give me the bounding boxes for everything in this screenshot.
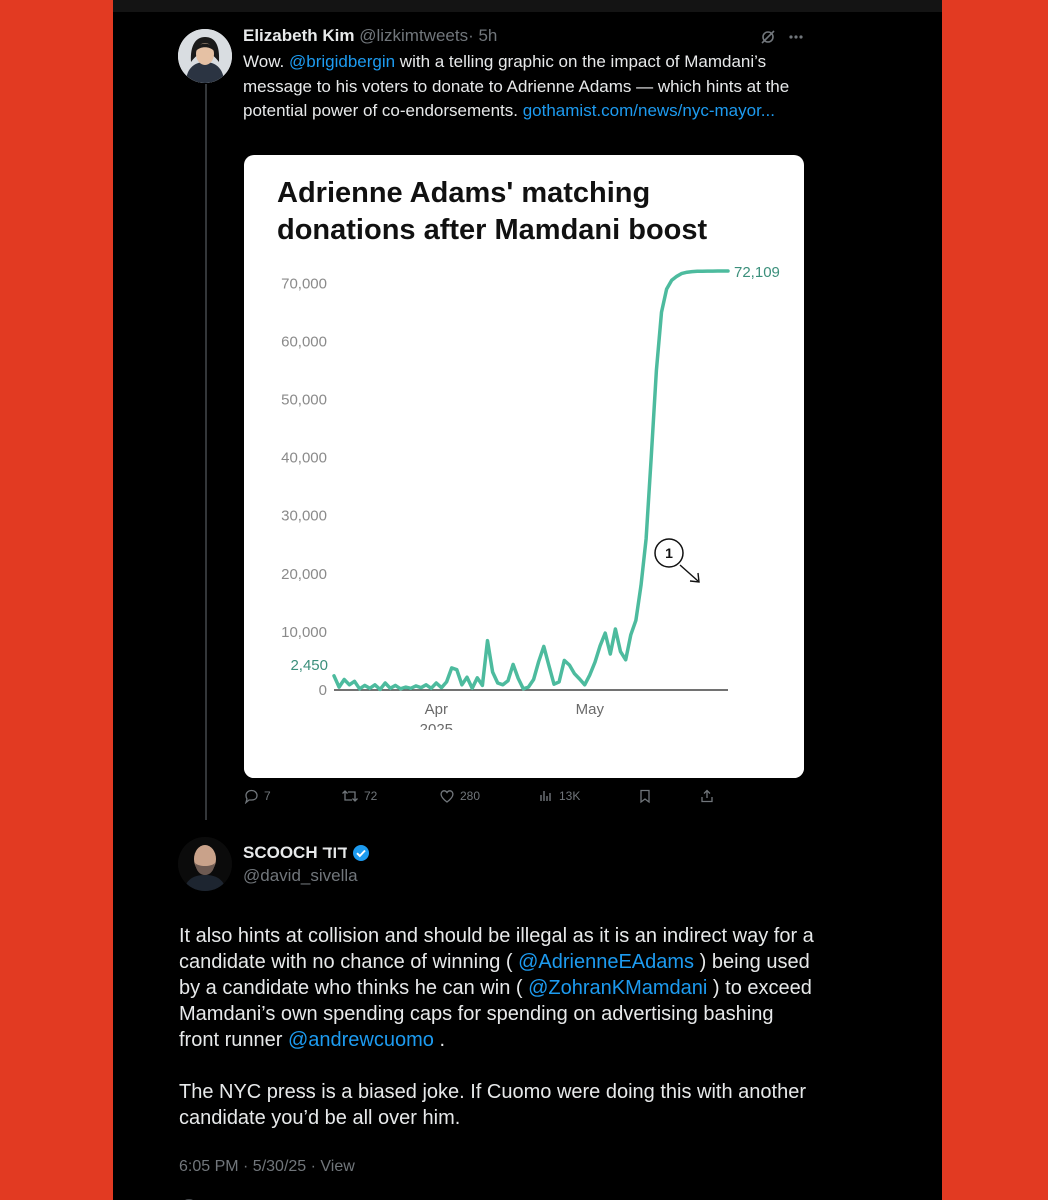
mention-adrienneeadams[interactable]: @AdrienneEAdams	[518, 951, 694, 973]
author-name[interactable]: Elizabeth Kim	[243, 26, 354, 45]
reply-paragraph-1: It also hints at collision and should be…	[179, 923, 819, 1053]
more-options-icon[interactable]	[789, 35, 803, 39]
author-handle[interactable]: @lizkimtweets	[359, 26, 468, 45]
mention-brigidbergin[interactable]: @brigidbergin	[289, 52, 395, 71]
y-tick-label: 20,000	[281, 566, 327, 583]
tweet-panel: Elizabeth Kim @lizkimtweets· 5h Wow. @br…	[113, 0, 942, 1200]
repost-icon	[342, 790, 358, 802]
views-count: 13K	[559, 789, 581, 803]
chart-card[interactable]: Adrienne Adams' matching donations after…	[244, 155, 804, 778]
tweet-body: Wow. @brigidbergin with a telling graphi…	[243, 50, 799, 124]
verified-badge-icon[interactable]	[352, 844, 370, 862]
avatar-scooch	[178, 837, 232, 891]
reply-button[interactable]: 7	[243, 788, 271, 804]
repost-button[interactable]: 72	[341, 788, 377, 804]
thread-line	[205, 84, 207, 820]
reply-icon	[244, 789, 258, 804]
heart-icon	[440, 790, 454, 803]
last-value-label: 72,109	[734, 264, 780, 281]
body-text: .	[433, 1029, 446, 1051]
y-tick-label: 60,000	[281, 333, 327, 350]
like-button[interactable]: 280	[439, 788, 480, 804]
reply-count: 7	[264, 789, 271, 803]
y-tick-label: 0	[319, 682, 327, 699]
author-name-row: SCOOCH דוד	[243, 843, 370, 863]
first-value-label: 2,450	[290, 657, 328, 674]
line-chart: 70,000 60,000 50,000 40,000 30,000 20,000 10,0…	[244, 264, 804, 778]
y-tick-label: 70,000	[281, 275, 327, 292]
mention-zohrankmamdani[interactable]: @ZohranKMamdani	[528, 977, 707, 999]
tweet-header: Elizabeth Kim @lizkimtweets· 5h	[243, 26, 497, 50]
y-tick-label: 30,000	[281, 508, 327, 525]
author-handle[interactable]: @david_sivella	[243, 866, 358, 886]
views-button[interactable]: 13K	[538, 788, 580, 804]
x-tick-label: May	[576, 701, 605, 718]
tweet-actions: 7 72 280 13K	[243, 788, 723, 810]
annotation-arrow-line	[679, 564, 699, 582]
reply-body: It also hints at collision and should be…	[179, 923, 819, 1157]
article-link[interactable]: gothamist.com/news/nyc-mayor...	[523, 101, 775, 120]
body-text: Wow.	[243, 52, 289, 71]
like-count: 280	[460, 789, 481, 803]
top-strip	[113, 0, 942, 12]
author-name[interactable]: SCOOCH דוד	[243, 843, 347, 863]
bookmark-button[interactable]	[637, 788, 653, 804]
share-icon	[701, 789, 713, 803]
avatar-elizabeth-kim	[178, 29, 232, 83]
mention-andrewcuomo[interactable]: @andrewcuomo	[288, 1029, 434, 1051]
avatar[interactable]	[178, 837, 232, 891]
repost-count: 72	[364, 789, 378, 803]
series-line	[332, 269, 730, 692]
tweet-time[interactable]: · 5h	[468, 26, 497, 45]
tweet-top-actions	[759, 28, 819, 51]
avatar[interactable]	[178, 29, 232, 83]
reply-paragraph-2: The NYC press is a biased joke. If Cuomo…	[179, 1081, 806, 1129]
y-tick-label: 50,000	[281, 391, 327, 408]
bookmark-icon	[640, 789, 650, 804]
y-tick-label: 40,000	[281, 450, 327, 467]
annotation-marker-label: 1	[665, 545, 673, 561]
bottom-icons-partial	[185, 1199, 193, 1200]
top-icons	[761, 30, 803, 44]
y-tick-label: 10,000	[281, 624, 327, 641]
share-button[interactable]	[699, 788, 715, 804]
grok-icon[interactable]	[761, 30, 775, 44]
card-bottom-mask	[244, 730, 804, 778]
views-icon	[540, 791, 551, 801]
tweet-meta[interactable]: 6:05 PM · 5/30/25 · View	[179, 1158, 355, 1176]
bottom-action-row	[179, 1192, 879, 1200]
x-tick-label: Apr	[425, 701, 448, 718]
